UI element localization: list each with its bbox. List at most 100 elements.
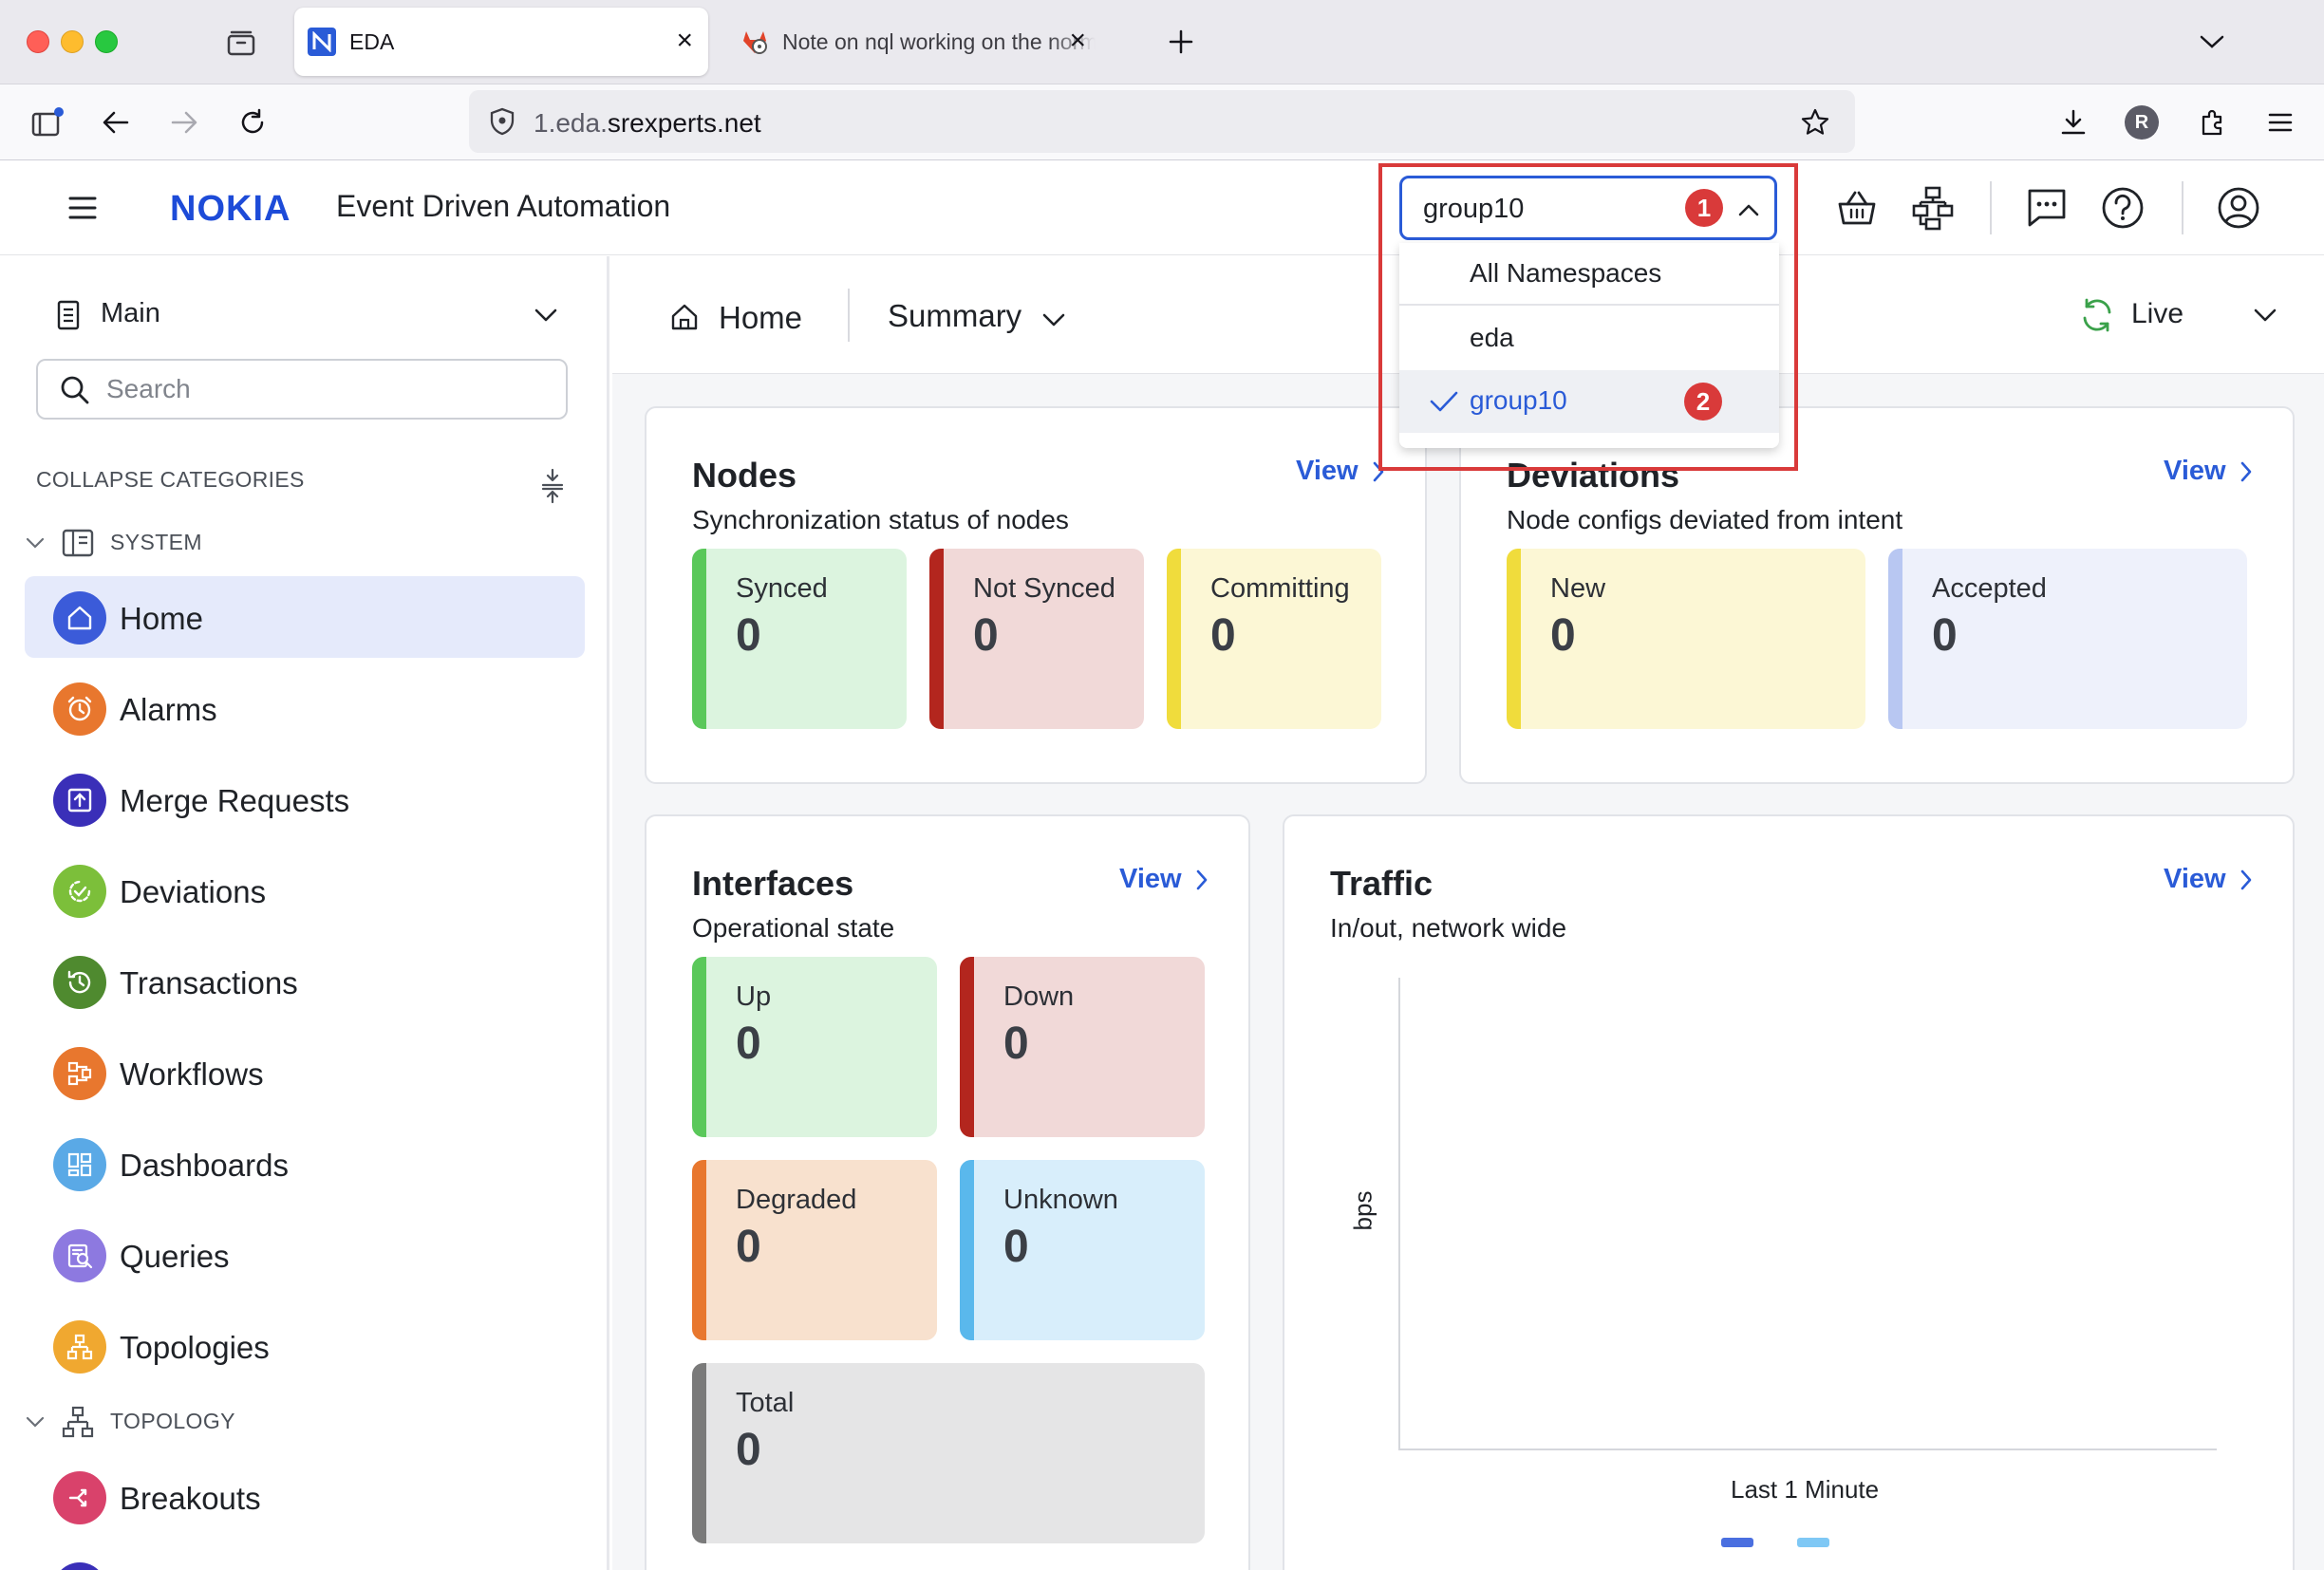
- stat-total[interactable]: Total 0: [692, 1363, 1205, 1543]
- category-system[interactable]: SYSTEM: [25, 524, 556, 562]
- status-bar: [1167, 549, 1181, 729]
- legend-swatch-out[interactable]: [1797, 1538, 1829, 1547]
- bookmark-star-icon[interactable]: [1798, 105, 1832, 140]
- tab-overview-icon[interactable]: [224, 27, 258, 59]
- tab-eda[interactable]: EDA ×: [294, 8, 708, 76]
- chevron-down-icon[interactable]: [2251, 302, 2279, 328]
- back-arrow-icon[interactable]: [97, 103, 135, 141]
- hamburger-menu-icon[interactable]: [63, 189, 103, 227]
- workflow-diagram-icon[interactable]: [1910, 183, 1956, 233]
- view-selector[interactable]: Summary: [888, 298, 1066, 334]
- status-bar: [1507, 549, 1521, 729]
- card-subtitle: Operational state: [692, 913, 895, 943]
- checkmark-icon: [1428, 387, 1460, 416]
- stat-committing[interactable]: Committing 0: [1167, 549, 1381, 729]
- card-title: Nodes: [692, 456, 797, 495]
- new-tab-icon[interactable]: [1164, 25, 1198, 59]
- url-bar[interactable]: 1.eda.srexperts.net: [469, 90, 1855, 153]
- chevron-right-icon: [2240, 461, 2251, 481]
- stat-down[interactable]: Down 0: [960, 957, 1205, 1137]
- sidebar-item-label: Home: [120, 601, 204, 636]
- chevron-up-icon[interactable]: [1734, 196, 1763, 224]
- deviations-view-link[interactable]: View: [2164, 456, 2253, 487]
- namespace-option-group10[interactable]: group10 2: [1399, 370, 1779, 433]
- status-bar: [692, 957, 706, 1137]
- sidebar-item-transactions[interactable]: Transactions: [25, 941, 585, 1022]
- help-icon[interactable]: [2100, 185, 2146, 231]
- stat-synced[interactable]: Synced 0: [692, 549, 907, 729]
- sidebar-item-label: Deviations: [120, 874, 267, 909]
- stat-degraded[interactable]: Degraded 0: [692, 1160, 937, 1340]
- stat-up[interactable]: Up 0: [692, 957, 937, 1137]
- reload-icon[interactable]: [234, 103, 272, 141]
- traffic-view-link[interactable]: View: [2164, 864, 2253, 895]
- home-icon: [53, 591, 106, 645]
- tab-note[interactable]: Note on nql working on the normal ×: [727, 8, 1135, 76]
- profile-avatar[interactable]: R: [2125, 105, 2159, 140]
- shield-icon[interactable]: [486, 105, 518, 138]
- window-zoom-button[interactable]: [95, 30, 118, 53]
- query-search-icon: [53, 1229, 106, 1282]
- url-text: 1.eda.srexperts.net: [534, 108, 761, 138]
- basket-icon[interactable]: [1834, 187, 1880, 229]
- stat-label: New: [1550, 573, 1606, 604]
- workflow-icon: [53, 1047, 106, 1100]
- collapse-all-icon[interactable]: [537, 467, 568, 505]
- sidebar-item-home[interactable]: Home: [25, 576, 585, 658]
- extensions-puzzle-icon[interactable]: [2193, 103, 2231, 141]
- chevron-down-icon[interactable]: [25, 533, 46, 552]
- breadcrumb-separator: [848, 289, 850, 342]
- status-bar: [1888, 549, 1902, 729]
- sidebar-item-alarms[interactable]: Alarms: [25, 667, 585, 749]
- system-category-icon: [59, 526, 97, 560]
- main-content: Home Summary Live Nodes Synchronization …: [612, 256, 2324, 1570]
- nodes-view-link[interactable]: View: [1296, 456, 1385, 487]
- sidebar-item-queries[interactable]: Queries: [25, 1214, 585, 1296]
- chart-x-label: Last 1 Minute: [1731, 1475, 1880, 1504]
- sidebar-item-breakouts[interactable]: Breakouts: [25, 1456, 585, 1538]
- sidebar-item-merge-requests[interactable]: Merge Requests: [25, 758, 585, 840]
- window-close-button[interactable]: [27, 30, 49, 53]
- status-bar: [692, 1363, 706, 1543]
- sidebar-toggle-icon[interactable]: [28, 103, 66, 141]
- sidebar-item-deviations[interactable]: Deviations: [25, 850, 585, 931]
- category-topology[interactable]: TOPOLOGY: [25, 1403, 556, 1441]
- close-tab-icon[interactable]: ×: [676, 27, 693, 55]
- sidebar-item-dashboards[interactable]: Dashboards: [25, 1123, 585, 1205]
- search-input[interactable]: [106, 372, 543, 406]
- stat-accepted[interactable]: Accepted 0: [1888, 549, 2247, 729]
- downloads-icon[interactable]: [2054, 103, 2092, 141]
- status-bar: [960, 1160, 974, 1340]
- collapse-categories-row[interactable]: COLLAPSE CATEGORIES: [36, 467, 568, 505]
- namespace-select[interactable]: group10 1: [1399, 176, 1777, 240]
- home-icon: [665, 298, 703, 336]
- search-box[interactable]: [36, 359, 568, 420]
- eda-favicon-icon: [308, 28, 336, 56]
- chevron-down-icon[interactable]: [1041, 312, 1066, 332]
- live-toggle[interactable]: Live: [2076, 294, 2285, 336]
- namespace-option-all[interactable]: All Namespaces: [1399, 243, 1779, 306]
- stat-not-synced[interactable]: Not Synced 0: [929, 549, 1144, 729]
- sidebar-item-next[interactable]: [25, 1547, 585, 1570]
- sidebar-item-topologies[interactable]: Topologies: [25, 1305, 585, 1387]
- card-title: Deviations: [1507, 456, 1680, 495]
- app-menu-icon[interactable]: [2261, 103, 2299, 141]
- forward-arrow-icon[interactable]: [165, 103, 203, 141]
- window-minimize-button[interactable]: [61, 30, 84, 53]
- namespace-option-eda[interactable]: eda: [1399, 308, 1779, 370]
- chat-icon[interactable]: [2024, 185, 2070, 231]
- stat-new[interactable]: New 0: [1507, 549, 1865, 729]
- chevron-down-icon[interactable]: [25, 1412, 46, 1431]
- browser-nav-bar: 1.eda.srexperts.net R: [0, 84, 2324, 160]
- user-account-icon[interactable]: [2216, 185, 2261, 231]
- next-item-icon: [53, 1562, 106, 1570]
- legend-swatch-in[interactable]: [1721, 1538, 1753, 1547]
- chevron-down-icon[interactable]: [532, 302, 560, 328]
- interfaces-view-link[interactable]: View: [1119, 864, 1209, 895]
- close-tab-icon[interactable]: ×: [1069, 27, 1086, 55]
- menu-selector[interactable]: Main: [49, 294, 562, 336]
- list-all-tabs-icon[interactable]: [2193, 25, 2231, 59]
- stat-unknown[interactable]: Unknown 0: [960, 1160, 1205, 1340]
- sidebar-item-workflows[interactable]: Workflows: [25, 1032, 585, 1113]
- search-icon: [59, 374, 91, 406]
